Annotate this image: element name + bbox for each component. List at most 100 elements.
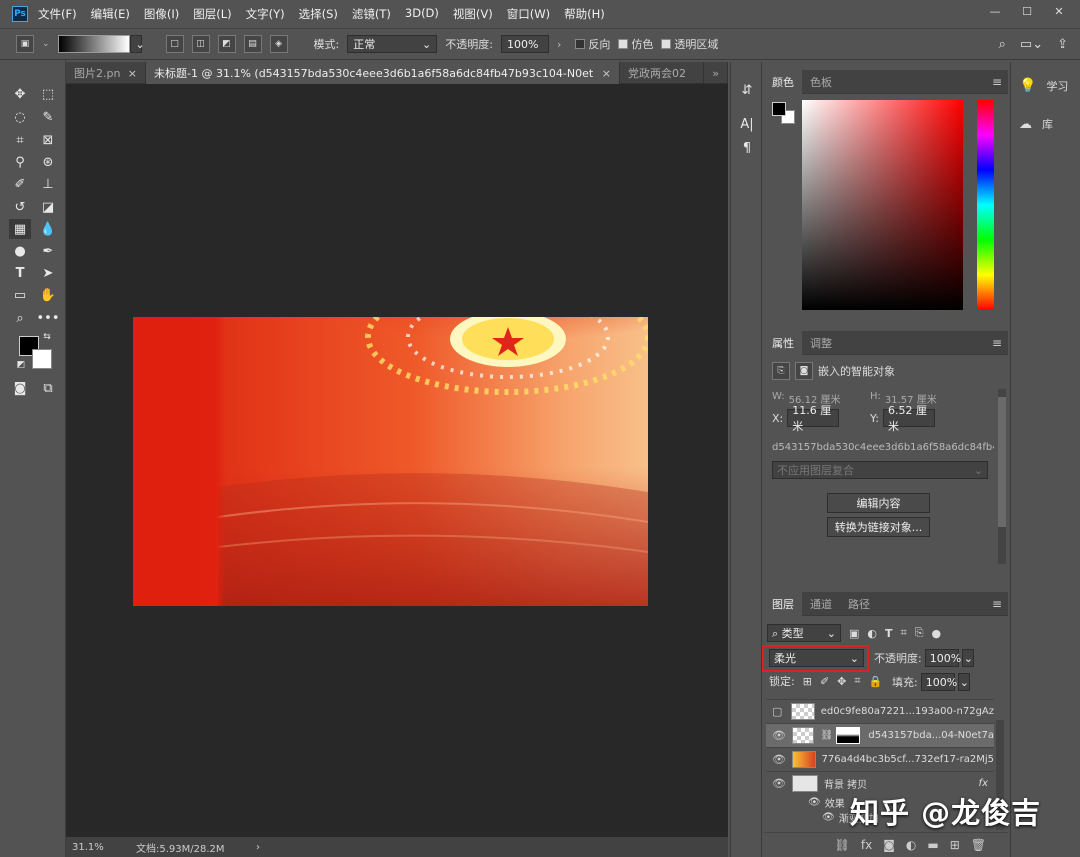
opacity-dropdown-icon[interactable]: ⌄ <box>961 649 974 667</box>
fill-input[interactable]: 100% <box>920 673 957 691</box>
pixel-filter-icon[interactable]: ▣ <box>849 627 859 640</box>
menu-item[interactable]: 文字(Y) <box>246 6 285 22</box>
document-tab[interactable]: 党政两会02 <box>620 62 704 84</box>
swap-colors-icon[interactable]: ⇆ <box>40 330 54 344</box>
new-group-icon[interactable]: ▬ <box>927 838 938 852</box>
diamond-gradient-icon[interactable]: ◈ <box>269 35 288 53</box>
lock-transparent-icon[interactable]: ⊞ <box>803 675 812 688</box>
history-brush-tool-icon[interactable]: ↺ <box>9 197 31 217</box>
menu-item[interactable]: 视图(V) <box>453 6 493 22</box>
layer-style-icon[interactable]: fx <box>861 838 872 852</box>
lock-all-icon[interactable]: 🔒 <box>869 675 883 688</box>
menu-item[interactable]: 选择(S) <box>299 6 338 22</box>
eraser-tool-icon[interactable]: ◪ <box>37 197 59 217</box>
fg-color-chip[interactable] <box>772 102 786 116</box>
tabs-overflow-icon[interactable]: » <box>704 62 728 84</box>
mode-select[interactable]: 正常 ⌄ <box>347 35 438 53</box>
eye-icon[interactable]: 👁 <box>772 753 786 766</box>
tool-preset-icon[interactable]: ▣ <box>16 35 34 53</box>
layer-row[interactable]: 👁 ⛓ d543157bda...04-N0et7a <box>766 723 994 747</box>
menu-item[interactable]: 窗口(W) <box>507 6 550 22</box>
path-select-tool-icon[interactable]: ➤ <box>37 263 59 283</box>
type-filter-icon[interactable]: T <box>885 627 893 640</box>
tab-paths[interactable]: 路径 <box>840 592 878 616</box>
add-mask-icon[interactable]: ◙ <box>883 838 895 852</box>
y-input[interactable]: 6.52 厘米 <box>882 404 935 433</box>
layer-comp-select[interactable]: 不应用图层复合 ⌄ <box>772 461 988 479</box>
tab-swatches[interactable]: 色板 <box>802 70 840 94</box>
history-panel-icon[interactable]: ⇵ <box>736 80 758 100</box>
tab-color[interactable]: 颜色 <box>764 69 802 94</box>
spot-healing-tool-icon[interactable]: ⊛ <box>37 152 59 172</box>
x-input[interactable]: 11.6 厘米 <box>787 404 840 433</box>
menu-item[interactable]: 图层(L) <box>193 6 231 22</box>
fill-dropdown-icon[interactable]: ⌄ <box>957 673 970 691</box>
eye-icon[interactable]: 👁 <box>808 797 821 808</box>
radial-gradient-icon[interactable]: ◫ <box>191 35 210 53</box>
transparency-checkbox[interactable]: 透明区域 <box>661 36 718 52</box>
menu-item[interactable]: 3D(D) <box>405 6 439 22</box>
character-panel-icon[interactable]: A| <box>736 114 758 134</box>
scrollbar-thumb[interactable] <box>998 397 1006 527</box>
layer-row[interactable]: ▢ ed0c9fe80a7221...193a00-n72gAz <box>766 699 994 723</box>
adjustment-filter-icon[interactable]: ◐ <box>867 627 877 640</box>
search-icon[interactable]: ⌕ <box>999 37 1006 52</box>
close-tab-icon[interactable]: × <box>602 67 611 80</box>
lock-artboard-icon[interactable]: ⌗ <box>854 674 860 688</box>
frame-tool-icon[interactable]: ⊠ <box>37 130 59 150</box>
pen-tool-icon[interactable]: ✒ <box>37 241 59 261</box>
quick-select-tool-icon[interactable]: ✎ <box>37 107 59 127</box>
default-colors-icon[interactable]: ◩ <box>14 358 28 372</box>
smart-filter-icon[interactable]: ⎘ <box>915 626 924 640</box>
reverse-checkbox[interactable]: 反向 <box>575 36 610 52</box>
opacity-input[interactable]: 100% <box>500 35 549 53</box>
lasso-tool-icon[interactable]: ◌ <box>9 107 31 127</box>
eye-icon[interactable]: 👁 <box>772 729 786 742</box>
eye-icon[interactable]: 👁 <box>822 812 835 823</box>
type-tool-icon[interactable]: T <box>9 263 31 283</box>
status-menu-arrow[interactable]: › <box>256 842 260 853</box>
blur-tool-icon[interactable]: 💧 <box>37 219 59 239</box>
edit-contents-button[interactable]: 编辑内容 <box>827 493 930 513</box>
angle-gradient-icon[interactable]: ◩ <box>217 35 236 53</box>
mask-link-icon[interactable]: ⛓ <box>820 730 833 741</box>
layer-effects-icon[interactable]: fx <box>979 778 988 789</box>
canvas-image[interactable] <box>133 317 648 606</box>
delete-layer-icon[interactable]: 🗑 <box>971 838 986 852</box>
linear-gradient-icon[interactable]: □ <box>165 35 184 53</box>
layer-opacity-input[interactable]: 100% <box>924 649 961 667</box>
filter-toggle-icon[interactable]: ● <box>932 627 942 640</box>
properties-scrollbar[interactable] <box>998 389 1006 564</box>
menu-item[interactable]: 文件(F) <box>38 6 77 22</box>
quick-mask-icon[interactable]: ◙ <box>9 378 31 398</box>
learn-label[interactable]: 学习 <box>1046 78 1068 94</box>
color-field[interactable] <box>802 100 963 310</box>
share-icon[interactable]: ⇪ <box>1057 37 1068 52</box>
tab-properties[interactable]: 属性 <box>764 330 802 355</box>
zoom-tool-icon[interactable]: ⌕ <box>9 308 31 328</box>
close-icon[interactable]: ✕ <box>1046 2 1072 20</box>
rectangle-tool-icon[interactable]: ▭ <box>9 285 31 305</box>
minimize-icon[interactable]: — <box>982 2 1008 20</box>
reflected-gradient-icon[interactable]: ▤ <box>243 35 262 53</box>
move-tool-icon[interactable]: ✥ <box>9 84 31 104</box>
hidden-visibility-icon[interactable]: ▢ <box>772 705 785 718</box>
tab-channels[interactable]: 通道 <box>802 592 840 616</box>
tab-layers[interactable]: 图层 <box>764 591 802 616</box>
paragraph-panel-icon[interactable]: ¶ <box>736 138 758 158</box>
gradient-swatch[interactable] <box>57 35 130 53</box>
convert-to-linked-button[interactable]: 转换为链接对象... <box>827 517 930 537</box>
layer-row[interactable]: 👁 776a4d4bc3b5cf...732ef17-ra2Mj5 <box>766 747 994 771</box>
more-tools-icon[interactable]: ••• <box>37 308 60 328</box>
layer-filter-select[interactable]: ⌕ 类型 ⌄ <box>767 624 841 642</box>
lock-image-icon[interactable]: ✐ <box>820 675 829 688</box>
link-layers-icon[interactable]: ⛓ <box>835 838 850 852</box>
stamp-tool-icon[interactable]: ⊥ <box>37 174 59 194</box>
tab-adjustments[interactable]: 调整 <box>802 331 840 355</box>
crop-tool-icon[interactable]: ⌗ <box>9 130 31 150</box>
screen-mode-icon[interactable]: ⧉ <box>37 378 59 398</box>
lock-position-icon[interactable]: ✥ <box>837 675 846 688</box>
maximize-icon[interactable]: ☐ <box>1014 2 1040 20</box>
adjustment-layer-icon[interactable]: ◐ <box>906 838 916 852</box>
workspace-icon[interactable]: ▭⌄ <box>1020 37 1043 52</box>
